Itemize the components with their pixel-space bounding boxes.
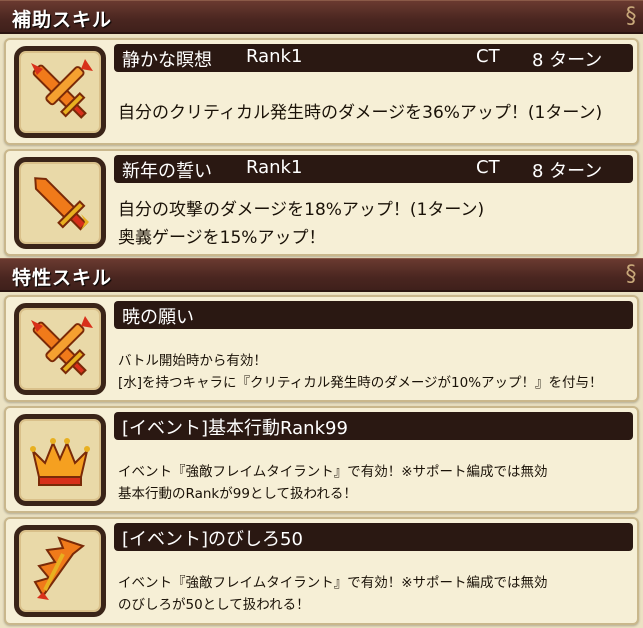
skill-name-bar: 静かな瞑想 Rank1 CT 8 ターン — [114, 44, 633, 72]
skill-name-bar: [イベント]のびしろ50 — [114, 523, 633, 551]
skill-description-line: バトル開始時から有効！ — [118, 353, 267, 369]
skill-description-line: 自分の攻撃のダメージを18%アップ！(1ターン) — [118, 200, 485, 220]
skill-name: 静かな瞑想 — [122, 50, 212, 71]
cooldown-label: CT — [476, 157, 500, 178]
skill-description-line: 奥義ゲージを15%アップ！ — [118, 228, 326, 248]
skill-rank: Rank1 — [246, 46, 303, 67]
skill-name: 暁の願い — [122, 307, 194, 328]
scroll-ornament-icon: § — [625, 262, 637, 287]
skill-card-support-1[interactable]: 静かな瞑想 Rank1 CT 8 ターン 自分のクリティカル発生時のダメージを3… — [4, 38, 639, 145]
skill-card-support-2[interactable]: 新年の誓い Rank1 CT 8 ターン 自分の攻撃のダメージを18%アップ！(… — [4, 149, 639, 256]
skill-name: [イベント]基本行動Rank99 — [122, 418, 348, 439]
skill-description-line: 基本行動のRankが99として扱われる！ — [118, 486, 357, 502]
cooldown-label: CT — [476, 46, 500, 67]
sword-icon — [14, 156, 106, 249]
skill-description-line: [水]を持つキャラに『クリティカル発生時のダメージが10%アップ！』を付与！ — [118, 375, 603, 391]
skill-name: [イベント]のびしろ50 — [122, 529, 303, 550]
skill-card-trait-3[interactable]: [イベント]のびしろ50 イベント『強敵フレイムタイラント』で有効！※サポート編… — [4, 517, 639, 625]
skill-rank: Rank1 — [246, 157, 303, 178]
skill-name: 新年の誓い — [122, 161, 212, 182]
crown-icon — [14, 413, 106, 506]
skill-description-line: イベント『強敵フレイムタイラント』で有効！※サポート編成では無効 — [118, 575, 548, 591]
crossed-swords-icon — [14, 45, 106, 138]
skill-description-line: のびしろが50として扱われる！ — [118, 597, 310, 613]
skill-card-trait-1[interactable]: 暁の願い バトル開始時から有効！ [水]を持つキャラに『クリティカル発生時のダメ… — [4, 295, 639, 402]
support-skills-header: 補助スキル § — [0, 0, 643, 34]
skill-description-line: 自分のクリティカル発生時のダメージを36%アップ！(1ターン) — [118, 103, 603, 123]
skill-name-bar: 新年の誓い Rank1 CT 8 ターン — [114, 155, 633, 183]
drill-icon — [14, 525, 106, 617]
section-title: 特性スキル — [12, 267, 113, 289]
cooldown-turns: 8 ターン — [532, 161, 603, 182]
skill-description-line: イベント『強敵フレイムタイラント』で有効！※サポート編成では無効 — [118, 464, 548, 480]
trait-skills-header: 特性スキル § — [0, 258, 643, 292]
section-title: 補助スキル — [12, 9, 113, 31]
skill-name-bar: [イベント]基本行動Rank99 — [114, 412, 633, 440]
crossed-swords-icon — [14, 302, 106, 395]
scroll-ornament-icon: § — [625, 4, 637, 29]
skill-card-trait-2[interactable]: [イベント]基本行動Rank99 イベント『強敵フレイムタイラント』で有効！※サ… — [4, 406, 639, 513]
cooldown-turns: 8 ターン — [532, 50, 603, 71]
skill-name-bar: 暁の願い — [114, 301, 633, 329]
